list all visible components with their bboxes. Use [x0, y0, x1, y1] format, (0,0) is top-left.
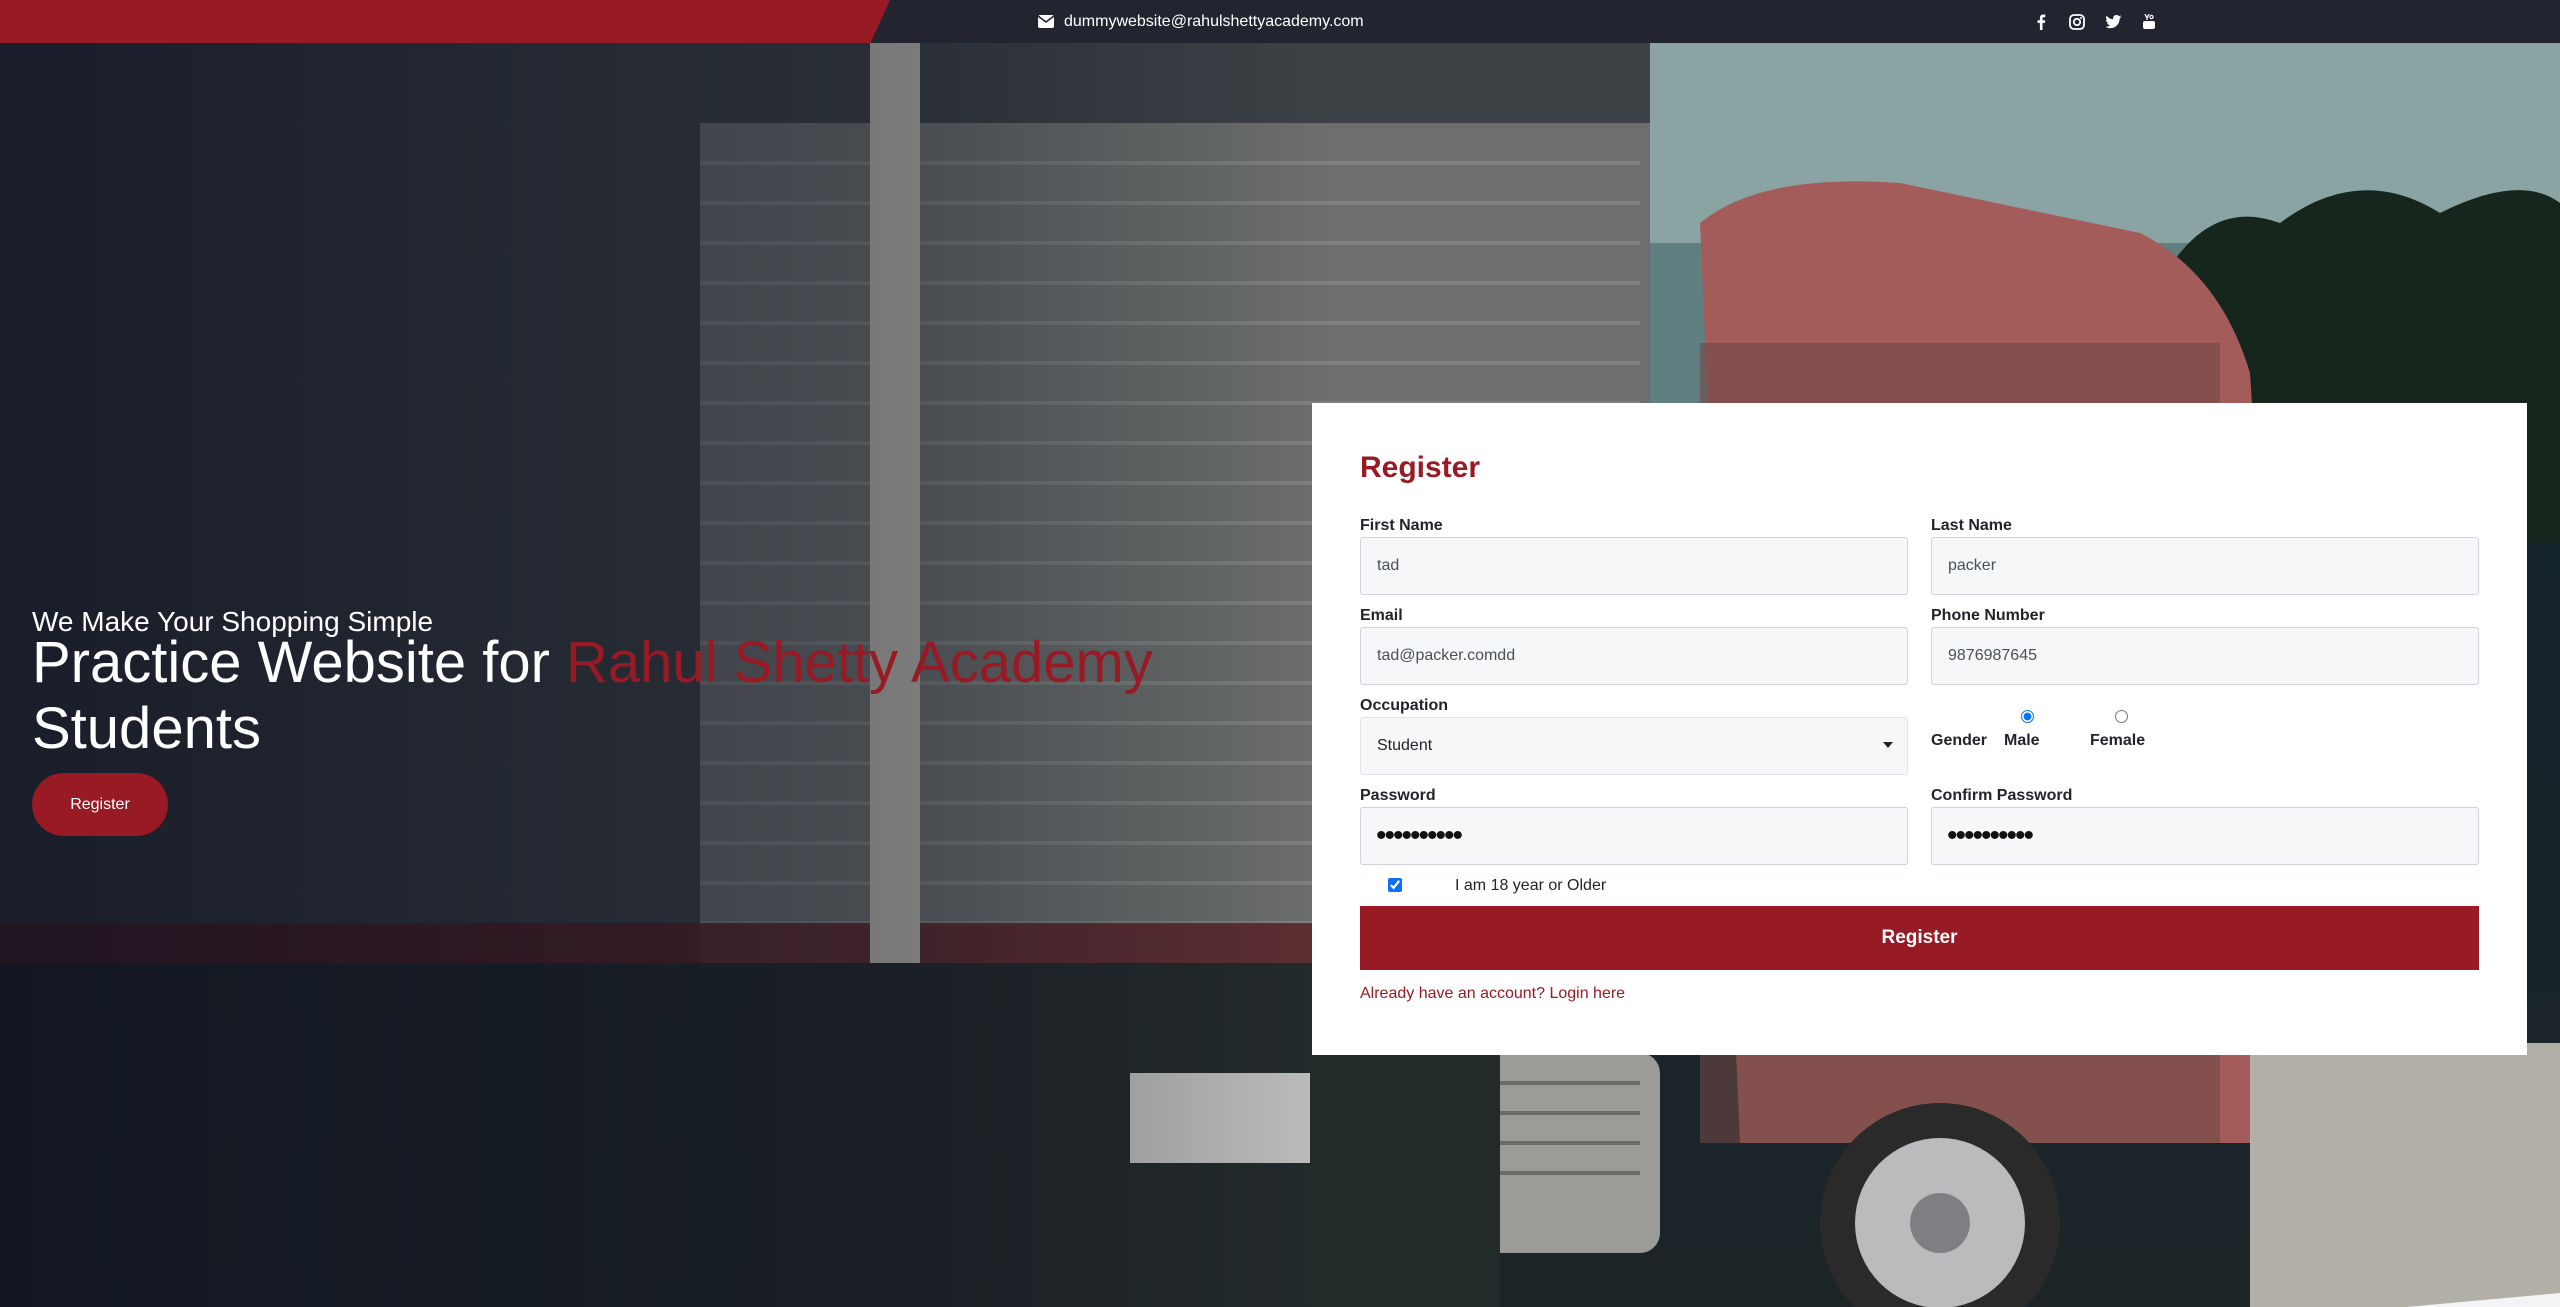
youtube-icon[interactable] [2140, 13, 2158, 31]
occupation-select[interactable]: Student [1360, 717, 1908, 775]
register-submit-button[interactable]: Register [1360, 906, 2479, 970]
hero-register-button[interactable]: Register [32, 773, 168, 836]
twitter-icon[interactable] [2104, 13, 2122, 31]
confirm-password-label: Confirm Password [1931, 787, 2073, 804]
caret-down-icon [1883, 742, 1893, 748]
gender-label: Gender [1931, 732, 1988, 749]
first-name-label: First Name [1360, 517, 1443, 534]
gender-male-label: Male [2004, 732, 2040, 749]
age-checkbox-label: I am 18 year or Older [1455, 877, 1607, 894]
gender-female-radio[interactable] [2115, 710, 2128, 723]
login-link[interactable]: Already have an account? Login here [1360, 985, 1625, 1003]
age-checkbox[interactable] [1388, 878, 1402, 892]
instagram-icon[interactable] [2068, 13, 2086, 31]
register-title: Register [1360, 451, 1481, 484]
confirm-password-input[interactable] [1931, 807, 2479, 865]
email-input[interactable] [1360, 627, 1908, 685]
last-name-input[interactable] [1931, 537, 2479, 595]
top-bar-red-accent [0, 0, 890, 43]
phone-input[interactable] [1931, 627, 2479, 685]
hero-headline: Practice Website for Rahul Shetty Academ… [32, 630, 1212, 762]
headline-suffix: Students [32, 696, 261, 761]
social-links [2032, 0, 2158, 43]
first-name-input[interactable] [1360, 537, 1908, 595]
password-input[interactable] [1360, 807, 1908, 865]
contact-email-text: dummywebsite@rahulshettyacademy.com [1064, 12, 1364, 30]
headline-accent: Rahul Shetty Academy [566, 630, 1153, 695]
facebook-icon[interactable] [2032, 13, 2050, 31]
gender-male-radio[interactable] [2021, 710, 2034, 723]
top-bar: dummywebsite@rahulshettyacademy.com [0, 0, 2560, 43]
register-card: Register First Name Last Name Email Phon… [1312, 403, 2527, 1055]
last-name-label: Last Name [1931, 517, 2012, 534]
phone-label: Phone Number [1931, 607, 2045, 624]
occupation-selected-value: Student [1377, 737, 1433, 754]
headline-prefix: Practice Website for [32, 630, 567, 695]
password-label: Password [1360, 787, 1436, 804]
envelope-icon [1038, 15, 1054, 28]
gender-female-label: Female [2090, 732, 2146, 749]
occupation-label: Occupation [1360, 697, 1449, 714]
email-label: Email [1360, 607, 1403, 624]
contact-email: dummywebsite@rahulshettyacademy.com [1038, 0, 1364, 43]
